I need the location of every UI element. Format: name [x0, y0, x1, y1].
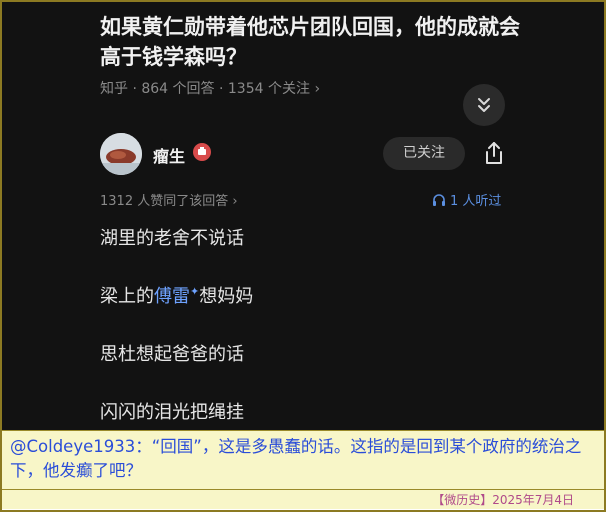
- answer-line: 闪闪的泪光把绳挂: [100, 402, 244, 423]
- meta-separator: ·: [218, 81, 228, 97]
- answer-line: 梁上的傅雷✦想妈妈: [100, 282, 253, 308]
- app-screen: 如果黄仁勋带着他芯片团队回国，他的成就会高于钱学森吗？ 知乎 · 864 个回答…: [2, 2, 604, 430]
- follower-count: 1354 个关注: [227, 81, 310, 97]
- share-icon[interactable]: [482, 140, 506, 170]
- verified-badge-icon: [193, 143, 211, 161]
- line-text: 想妈妈: [199, 286, 254, 307]
- collapse-button[interactable]: [463, 84, 505, 126]
- listen-label: 1 人听过: [450, 194, 502, 209]
- caption-text: @Coldeye1933：“回国”，这是多愚蠢的话。这指的是回到某个政府的统治之…: [10, 437, 582, 480]
- likes-summary[interactable]: 1312 人赞同了该回答 ›: [100, 190, 238, 209]
- follow-button[interactable]: 已关注: [383, 137, 465, 170]
- double-chevron-down-icon: [478, 98, 490, 112]
- answer-count: 864 个回答: [141, 81, 215, 97]
- footer-bar: 【微历史】2025年7月4日: [2, 489, 604, 509]
- headphones-icon: [433, 193, 445, 206]
- question-title[interactable]: 如果黄仁勋带着他芯片团队回国，他的成就会高于钱学森吗？: [100, 12, 520, 72]
- chevron-right-icon: ›: [314, 81, 321, 97]
- question-meta[interactable]: 知乎 · 864 个回答 · 1354 个关注 ›: [100, 78, 320, 98]
- link-text: 傅雷: [154, 286, 190, 307]
- author-name[interactable]: 瘤生: [153, 143, 185, 167]
- answer-line: 湖里的老舍不说话: [100, 228, 244, 249]
- person-link[interactable]: 傅雷✦: [154, 285, 200, 307]
- link-sparkle-icon: ✦: [190, 285, 200, 298]
- avatar[interactable]: [100, 133, 142, 175]
- answer-line: 思杜想起爸爸的话: [100, 344, 244, 365]
- avatar-image: [100, 133, 142, 175]
- line-text: 梁上的: [100, 286, 154, 307]
- caption-box: @Coldeye1933：“回国”，这是多愚蠢的话。这指的是回到某个政府的统治之…: [2, 430, 604, 489]
- source-label: 知乎: [100, 81, 128, 97]
- listen-count[interactable]: 1 人听过: [432, 190, 501, 209]
- footer-credit: 【微历史】2025年7月4日: [432, 493, 574, 507]
